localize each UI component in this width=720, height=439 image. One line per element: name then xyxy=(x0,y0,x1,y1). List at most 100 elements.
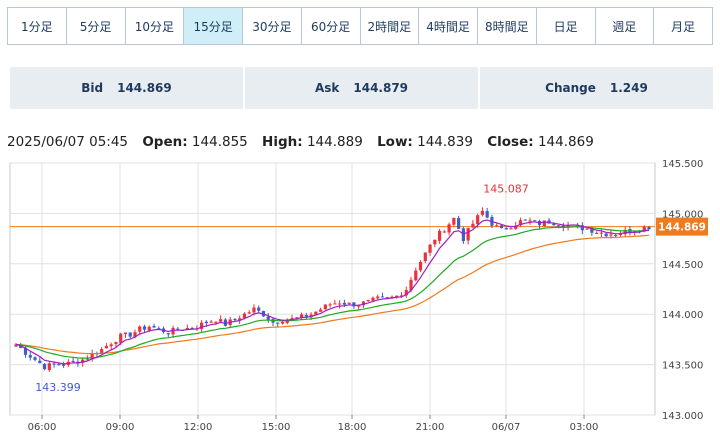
high-value: 144.889 xyxy=(306,134,363,150)
candle-body xyxy=(556,225,561,227)
candle-body xyxy=(423,252,427,262)
low-label: Low: xyxy=(377,134,413,150)
candle-body xyxy=(542,220,546,227)
x-tick-label: 09:00 xyxy=(106,422,135,433)
candle-body xyxy=(323,304,327,310)
candle-body xyxy=(252,307,256,313)
plot-area xyxy=(9,162,656,416)
candle-body xyxy=(523,219,527,221)
last-price-label: 144.869 xyxy=(658,222,706,234)
candle-body xyxy=(57,364,61,366)
candle-body xyxy=(147,326,151,331)
y-tick-label: 144.500 xyxy=(662,260,703,271)
candle-body xyxy=(342,302,346,305)
candle-body xyxy=(476,215,480,225)
y-tick-label: 143.000 xyxy=(662,411,703,422)
tab-timeframe[interactable]: 4時間足 xyxy=(418,8,477,44)
tab-timeframe[interactable]: 2時間足 xyxy=(359,8,419,44)
candle-body xyxy=(338,303,342,305)
candle-body xyxy=(599,232,604,234)
candle-body xyxy=(499,225,504,229)
candle-body xyxy=(276,322,280,324)
x-tick-label: 03:00 xyxy=(570,422,599,433)
candle-body xyxy=(585,228,589,230)
candle-body xyxy=(371,297,375,301)
candle-body xyxy=(452,217,456,225)
candle-body xyxy=(28,355,32,358)
candle-body xyxy=(447,224,451,233)
candle-body xyxy=(437,230,442,241)
candle-body xyxy=(380,296,385,298)
candle-body xyxy=(204,321,208,324)
tab-timeframe[interactable]: 月足 xyxy=(653,8,712,44)
low-annotation: 143.399 xyxy=(35,381,81,394)
x-tick-label: 12:00 xyxy=(184,422,213,433)
candle-body xyxy=(280,321,285,324)
change-value: 1.249 xyxy=(609,81,648,95)
candle-body xyxy=(647,227,651,230)
x-tick-label: 15:00 xyxy=(262,422,291,433)
tab-timeframe[interactable]: 15分足 xyxy=(183,8,242,44)
candle-body xyxy=(552,223,556,226)
candle-body xyxy=(209,321,213,323)
tab-timeframe[interactable]: 10分足 xyxy=(124,8,184,44)
ask-cell: Ask 144.879 xyxy=(245,67,478,109)
x-tick-label: 06/07 xyxy=(492,422,521,433)
candle-body xyxy=(176,328,180,330)
candle-body xyxy=(152,325,156,328)
candlestick-chart[interactable]: 145.500145.000144.500144.000143.500143.0… xyxy=(0,150,720,439)
close-value: 144.869 xyxy=(537,134,594,150)
candle-body xyxy=(595,232,599,234)
bid-value: 144.869 xyxy=(117,81,172,95)
tab-timeframe[interactable]: 日足 xyxy=(535,8,595,44)
open-label: Open: xyxy=(142,134,188,150)
candle-body xyxy=(61,364,66,366)
candle-body xyxy=(47,363,51,371)
change-cell: Change 1.249 xyxy=(480,67,713,109)
candle-body xyxy=(71,360,75,362)
candle-body xyxy=(609,234,613,236)
candle-body xyxy=(366,299,370,302)
candle-body xyxy=(85,358,89,360)
candle-body xyxy=(119,333,123,343)
close-label: Close: xyxy=(487,134,534,150)
candle-body xyxy=(528,220,532,222)
tab-timeframe[interactable]: 5分足 xyxy=(65,8,125,44)
candle-body xyxy=(614,235,618,237)
candle-body xyxy=(257,307,261,311)
high-annotation: 145.087 xyxy=(483,183,529,196)
tab-timeframe[interactable]: 60分足 xyxy=(300,8,360,44)
open-value: 144.855 xyxy=(191,134,248,150)
quote-bar: Bid 144.869 Ask 144.879 Change 1.249 xyxy=(10,67,713,109)
candle-body xyxy=(233,319,237,321)
candle-body xyxy=(433,240,437,245)
y-tick-label: 145.500 xyxy=(662,159,703,170)
candle-body xyxy=(428,244,432,253)
tab-timeframe[interactable]: 8時間足 xyxy=(477,8,536,44)
candle-body xyxy=(138,326,142,332)
bid-cell: Bid 144.869 xyxy=(10,67,243,109)
ohlc-datetime: 2025/06/07 05:45 xyxy=(7,134,129,150)
candle-body xyxy=(42,363,47,370)
candle-body xyxy=(471,223,475,228)
candle-body xyxy=(104,346,109,349)
tab-timeframe[interactable]: 1分足 xyxy=(8,8,66,44)
ohlc-readout: 2025/06/07 05:45 Open: 144.855 High: 144… xyxy=(7,134,594,150)
candle-body xyxy=(123,332,128,335)
tab-timeframe[interactable]: 30分足 xyxy=(242,8,301,44)
ask-value: 144.879 xyxy=(353,81,409,95)
x-tick-label: 18:00 xyxy=(338,422,367,433)
candle-body xyxy=(219,319,223,322)
y-tick-label: 144.000 xyxy=(662,310,703,321)
tab-timeframe[interactable]: 週足 xyxy=(594,8,654,44)
candle-body xyxy=(114,342,118,345)
candle-body xyxy=(347,302,351,304)
candle-body xyxy=(52,363,56,365)
candle-body xyxy=(457,218,461,229)
candle-body xyxy=(214,321,218,323)
x-tick-label: 21:00 xyxy=(416,422,445,433)
candle-body xyxy=(38,360,42,364)
low-value: 144.839 xyxy=(417,134,473,150)
candle-body xyxy=(166,333,170,335)
candle-body xyxy=(495,225,499,227)
